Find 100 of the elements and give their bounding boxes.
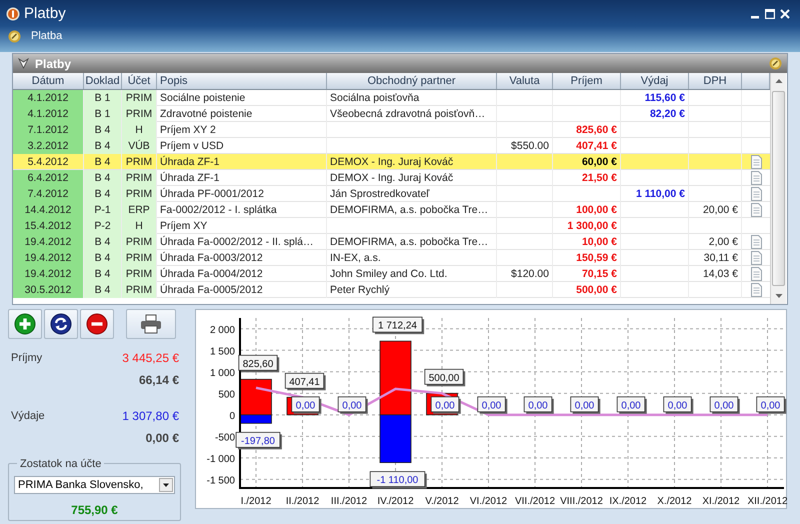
data-label: 0,00 <box>435 400 456 412</box>
dropdown-caret-icon[interactable] <box>159 478 173 492</box>
table-row[interactable]: 19.4.2012 B 4 PRIM Úhrada Fa-0003/2012 IN-EX, a.s. 150,59 € 30,11 € <box>13 250 770 266</box>
table-cell: ERP <box>122 202 157 218</box>
table-cell: 6.4.2012 <box>13 170 84 186</box>
column-header[interactable]: Valuta <box>497 73 553 89</box>
scrollbar-thumb[interactable] <box>772 91 785 286</box>
table-row[interactable]: 4.1.2012 B 1 PRIM Zdravotné poistenie Všeobecná zdravotná poisťovň… 82,20 € <box>13 106 770 122</box>
x-axis-label: II./2012 <box>286 496 320 507</box>
table-cell: VÚB <box>122 138 157 154</box>
data-label: 0,00 <box>291 396 322 414</box>
table-cell: 4.1.2012 <box>13 90 84 106</box>
table-cell: Peter Rychlý <box>327 282 497 298</box>
table-cell: B 4 <box>84 250 122 266</box>
summary-label: Výdaje <box>11 408 45 424</box>
y-axis-label: 1 500 <box>210 346 235 358</box>
column-header[interactable]: Obchodný partner <box>327 73 497 89</box>
table-row[interactable]: 30.5.2012 B 4 PRIM Úhrada Fa-0005/2012 Peter Rychlý 500,00 € <box>13 282 770 298</box>
x-axis-label: XII./2012 <box>747 496 788 507</box>
filter-icon[interactable] <box>18 58 29 69</box>
table-cell: 3.2.2012 <box>13 138 84 154</box>
table-cell: PRIM <box>122 106 157 122</box>
table-cell: P-2 <box>84 218 122 234</box>
maximize-icon[interactable] <box>765 9 775 19</box>
data-label: 0,00 <box>477 396 508 414</box>
column-header[interactable]: Účet <box>122 73 157 89</box>
table-row[interactable]: 14.4.2012 P-1 ERP Fa-0002/2012 - I. splátka DEMOFIRMA, a.s. pobočka Tre… 100,00 € 20,00 € <box>13 202 770 218</box>
scrollbar[interactable] <box>770 73 786 304</box>
column-header[interactable]: Výdaj <box>621 73 689 89</box>
table-row[interactable]: 7.1.2012 B 4 H Príjem XY 2 825,60 € <box>13 122 770 138</box>
table-cell: H <box>122 218 157 234</box>
column-header[interactable]: Popis <box>157 73 327 89</box>
vat-amount: 66,14 € <box>138 372 179 389</box>
account-dropdown[interactable]: PRIMA Banka Slovensko, <box>14 476 175 494</box>
column-header[interactable]: Dátum <box>13 73 84 89</box>
data-label: 500,00 <box>424 368 466 386</box>
x-axis-label: IX./2012 <box>609 496 647 507</box>
data-label: 0,00 <box>524 396 554 414</box>
table-cell: 500,00 € <box>553 282 621 298</box>
table-cell: PRIM <box>122 282 157 298</box>
data-label: 825,60 <box>242 358 274 370</box>
table-row[interactable]: 19.4.2012 B 4 PRIM Úhrada Fa-0002/2012 - II. splá… DEMOFIRMA, a.s. pobočka Tre… 10,00 € 2,00 € <box>13 234 770 250</box>
x-axis-label: IV./2012 <box>377 496 414 507</box>
coin-icon <box>8 30 21 42</box>
x-axis-label: V./2012 <box>425 496 459 507</box>
summary-amount: 1 307,80 € <box>122 408 179 425</box>
table-cell: B 1 <box>84 90 122 106</box>
table-row[interactable]: 3.2.2012 B 4 VÚB Príjem v USD $550.00 407,41 € <box>13 138 770 154</box>
platba-menu-button[interactable]: Platba <box>27 28 66 44</box>
refresh-icon <box>50 313 72 335</box>
column-header[interactable]: Doklad <box>84 73 122 89</box>
data-label: 0,00 <box>760 400 781 412</box>
column-header[interactable]: DPH <box>689 73 742 89</box>
x-axis-label: VI./2012 <box>470 496 508 507</box>
column-header[interactable]: Príjem <box>553 73 621 89</box>
vat-amount: 0,00 € <box>146 430 179 447</box>
app-icon <box>6 7 20 21</box>
table-cell: B 1 <box>84 106 122 122</box>
table-row[interactable]: 4.1.2012 B 1 PRIM Sociálne poistenie Sociálna poisťovňa 115,60 € <box>13 90 770 106</box>
table-row[interactable]: 5.4.2012 B 4 PRIM Úhrada ZF-1 DEMOX - Ing. Juraj Kováč 60,00 € <box>13 154 770 170</box>
add-button[interactable] <box>8 309 42 339</box>
data-label: 0,00 <box>756 396 786 414</box>
data-label: 500,00 <box>428 372 460 384</box>
data-label: 0,00 <box>570 396 600 414</box>
table-row[interactable]: 19.4.2012 B 4 PRIM Úhrada Fa-0004/2012 John Smiley and Co. Ltd. $120.00 70,15 € 14,03 € <box>13 266 770 282</box>
data-label: 0,00 <box>663 396 694 414</box>
print-button[interactable] <box>126 309 176 339</box>
table-row[interactable]: 6.4.2012 B 4 PRIM Úhrada ZF-1 DEMOX - Ing. Juraj Kováč 21,50 € <box>13 170 770 186</box>
table-row[interactable]: 7.4.2012 B 4 PRIM Úhrada PF-0001/2012 Ján Sprostredkovateľ 1 110,00 € <box>13 186 770 202</box>
close-icon[interactable] <box>780 9 790 19</box>
table-cell: B 4 <box>84 170 122 186</box>
data-label: 0,00 <box>430 396 461 414</box>
data-label: 0,00 <box>338 396 368 414</box>
table-cell: B 4 <box>84 122 122 138</box>
table-cell: 19.4.2012 <box>13 266 84 282</box>
table-cell: 7.1.2012 <box>13 122 84 138</box>
refresh-button[interactable] <box>44 309 78 339</box>
panel-title: Platby <box>35 56 72 72</box>
coin-icon[interactable] <box>769 57 782 70</box>
printer-icon <box>140 314 162 334</box>
data-label: -197,80 <box>241 436 276 447</box>
y-axis-label: 1 000 <box>210 368 235 379</box>
x-axis-label: I./2012 <box>240 496 272 507</box>
table-cell: PRIM <box>122 234 157 250</box>
table-cell: Úhrada Fa-0005/2012 <box>157 282 327 298</box>
data-label: 0,00 <box>710 396 740 414</box>
data-label: 407,41 <box>289 376 320 388</box>
x-axis-label: VII./2012 <box>514 496 556 507</box>
data-label: 407,41 <box>284 372 326 390</box>
table-cell: 14.4.2012 <box>13 202 84 218</box>
table-cell: 4.1.2012 <box>13 106 84 122</box>
y-axis-label: 500 <box>218 389 235 400</box>
data-label: 1 712,24 <box>372 316 424 334</box>
table-cell: P-1 <box>84 202 122 218</box>
table-row[interactable]: 15.4.2012 P-2 H Príjem XY 1 300,00 € <box>13 218 770 234</box>
data-label: 0,00 <box>668 400 688 412</box>
data-label: 0,00 <box>616 396 647 414</box>
table-cell: 19.4.2012 <box>13 250 84 266</box>
table-cell: 30.5.2012 <box>13 282 84 298</box>
delete-button[interactable] <box>80 309 114 339</box>
